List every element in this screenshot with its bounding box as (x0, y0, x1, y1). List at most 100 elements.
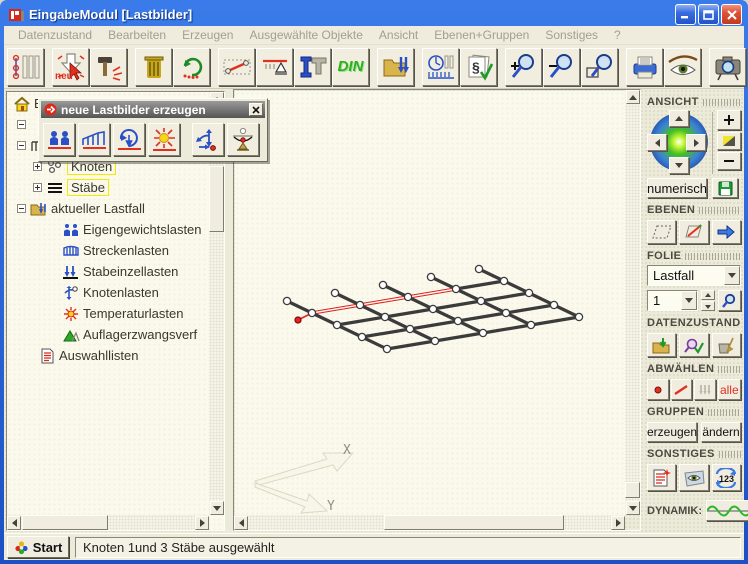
folie-number-dropdown[interactable] (681, 291, 697, 310)
drawing-canvas-panel: X Y (233, 89, 641, 531)
palette-arrow-icon (44, 103, 57, 116)
plane-select-button[interactable] (647, 220, 676, 244)
data-check-button[interactable] (679, 333, 708, 357)
load-import-button[interactable] (377, 48, 414, 86)
tree-item-staebe[interactable]: Stäbe (8, 177, 209, 198)
zoom-minus-button[interactable] (717, 152, 741, 170)
profile-button[interactable] (294, 48, 331, 86)
pointload-icon (62, 264, 80, 280)
contrast-button[interactable] (717, 132, 741, 150)
axis-indicator (249, 439, 369, 515)
app-icon (8, 7, 25, 23)
palette-stablast-button[interactable] (113, 123, 145, 156)
list-doc-icon (38, 348, 56, 364)
support-displacement-icon (230, 127, 256, 153)
snapshot-button[interactable] (709, 48, 746, 86)
zoom-out-button[interactable] (543, 48, 580, 86)
group-create-button[interactable]: erzeugen (647, 422, 697, 442)
dynamik-label: DYNAMIK: (647, 505, 702, 517)
paragraph-check-icon: § (464, 52, 494, 82)
member-select-icon (222, 52, 252, 82)
plane-next-button[interactable] (712, 220, 741, 244)
view-left-button[interactable] (647, 134, 667, 151)
menu-erzeugen[interactable]: Erzeugen (174, 26, 241, 44)
view-right-button[interactable] (686, 134, 706, 151)
menu-sonstiges[interactable]: Sonstiges (537, 26, 606, 44)
menu-help[interactable]: ? (606, 26, 629, 44)
folie-layer-dropdown[interactable] (724, 266, 740, 285)
undo-button[interactable] (173, 48, 210, 86)
deselect-node-button[interactable] (647, 379, 669, 400)
palette-eigengewicht-button[interactable] (43, 123, 75, 156)
tree-item-temperatur[interactable]: Temperaturlasten (8, 303, 209, 324)
din-standard-button[interactable]: DIN (332, 48, 369, 86)
zoom-window-button[interactable] (581, 48, 618, 86)
norm-check-button[interactable]: § (460, 48, 497, 86)
structure-select-button[interactable] (7, 48, 44, 86)
section-ebenen: EBENEN (647, 204, 741, 216)
view-navigation-pad (647, 110, 706, 174)
din-label: DIN (338, 58, 364, 75)
new-button[interactable]: neu (52, 48, 89, 86)
palette-knotenlast-button[interactable] (192, 123, 224, 156)
menu-ansicht[interactable]: Ansicht (371, 26, 426, 44)
view-down-button[interactable] (669, 157, 689, 174)
load-train-button[interactable] (422, 48, 459, 86)
drawing-canvas[interactable]: X Y (235, 91, 625, 515)
deselect-all-button[interactable]: alle (718, 379, 741, 400)
eye-icon (667, 52, 699, 82)
menu-datenzustand[interactable]: Datenzustand (10, 26, 100, 44)
menu-ebenen-gruppen[interactable]: Ebenen+Gruppen (426, 26, 537, 44)
axis-y-label: Y (327, 499, 335, 514)
folie-number-combo[interactable]: 1 (647, 290, 698, 311)
new-list-button[interactable] (647, 464, 676, 491)
sine-wave-icon (707, 504, 748, 518)
tree-item-knotenlasten[interactable]: Knotenlasten (8, 282, 209, 303)
member-select-button[interactable] (218, 48, 255, 86)
section-abwaehlen: ABWÄHLEN (647, 363, 741, 375)
tree-item-auflager[interactable]: Auflagerzwangsverf (8, 324, 209, 345)
palette-auflagerzwang-button[interactable] (227, 123, 259, 156)
folie-search-button[interactable] (718, 290, 741, 311)
plane-edit-button[interactable] (679, 220, 708, 244)
tree-item-strecken[interactable]: Streckenlasten (8, 240, 209, 261)
camera-icon (713, 52, 743, 82)
dynamik-button[interactable] (706, 500, 748, 521)
palette-title-bar[interactable]: neue Lastbilder erzeugen (41, 101, 265, 118)
tree-item-lastfall[interactable]: aktueller Lastfall (8, 198, 209, 219)
palette-streckenlast-button[interactable] (78, 123, 110, 156)
view-options-button[interactable] (679, 464, 708, 491)
tree-auflager-label: Auflagerzwangsverf (83, 327, 197, 342)
data-clean-button[interactable] (712, 333, 741, 357)
close-button[interactable] (721, 4, 742, 25)
view-up-button[interactable] (669, 110, 689, 127)
modify-button[interactable] (90, 48, 127, 86)
tree-item-auswahl[interactable]: Auswahllisten (8, 345, 209, 366)
deselect-member-button[interactable] (671, 379, 693, 400)
start-button[interactable]: Start (7, 536, 69, 558)
zoom-plus-button[interactable] (717, 110, 741, 130)
renumber-button[interactable]: 123 (712, 464, 741, 491)
member-support-button[interactable] (256, 48, 293, 86)
menu-bearbeiten[interactable]: Bearbeiten (100, 26, 174, 44)
palette-close-button[interactable] (249, 103, 263, 116)
palette-temperatur-button[interactable] (148, 123, 180, 156)
save-view-button[interactable] (712, 178, 738, 198)
print-button[interactable] (626, 48, 663, 86)
group-change-button[interactable]: ändern (701, 422, 741, 442)
menu-ausgewaehlte-objekte[interactable]: Ausgewählte Objekte (241, 26, 370, 44)
view-button[interactable] (664, 48, 701, 86)
minimize-button[interactable] (675, 4, 696, 25)
magnifier-icon (721, 293, 737, 309)
tree-item-stabeinzel[interactable]: Stabeinzellasten (8, 261, 209, 282)
folie-layer-combo[interactable]: Lastfall (647, 265, 741, 286)
maximize-button[interactable] (698, 4, 719, 25)
data-save-button[interactable] (647, 333, 676, 357)
numerisch-button[interactable]: numerisch (647, 178, 707, 198)
zoom-in-icon (508, 52, 540, 82)
tree-item-eigengewicht[interactable]: Eigengewichtslasten (8, 219, 209, 240)
delete-button[interactable] (135, 48, 172, 86)
folie-spinner[interactable] (701, 290, 715, 311)
deselect-load-button[interactable] (694, 379, 716, 400)
zoom-in-button[interactable] (505, 48, 542, 86)
